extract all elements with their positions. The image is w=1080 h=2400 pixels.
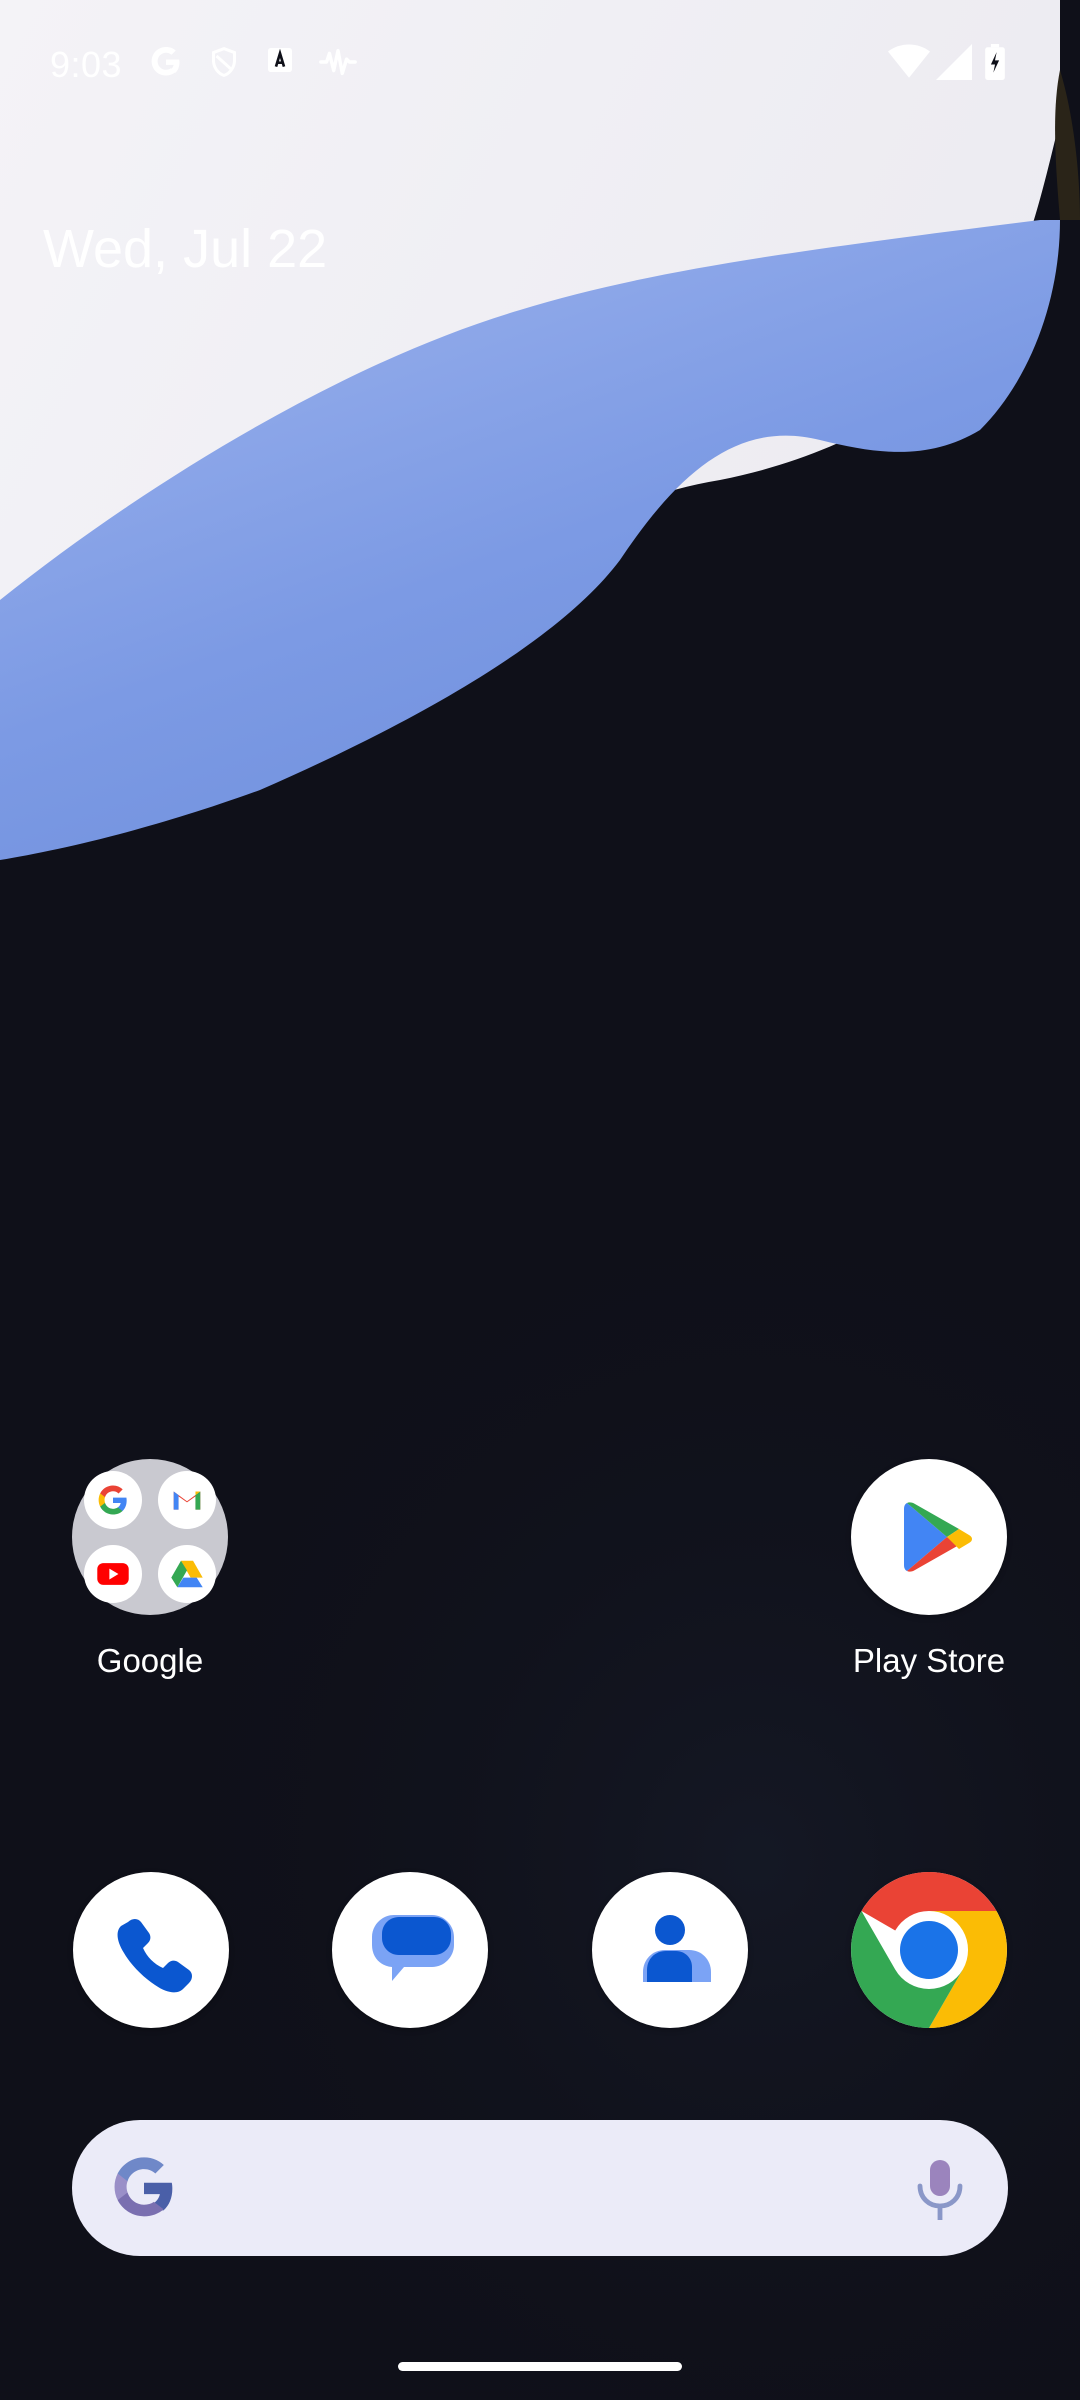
signal-icon [936,44,976,84]
status-bar: 9:03 [0,0,1080,130]
google-g-icon [110,2154,178,2227]
contacts-icon[interactable] [592,1872,748,2028]
mic-icon[interactable] [914,2156,966,2229]
search-bar[interactable] [72,2120,1008,2256]
google-icon [148,44,188,84]
text-a-icon [264,44,304,84]
messages-icon[interactable] [332,1872,488,2028]
youtube-icon [84,1545,142,1603]
google-g-icon [84,1471,142,1529]
phone-icon[interactable] [73,1872,229,2028]
play-store-label: Play Store [852,1642,1006,1679]
waveform-icon [318,44,358,84]
gmail-icon [158,1471,216,1529]
chrome-icon[interactable] [851,1872,1007,2028]
google-folder[interactable] [72,1459,228,1615]
battery-charging-icon [984,44,1024,84]
status-time: 9:03 [50,44,123,85]
shield-icon [206,44,246,84]
wallpaper [0,0,1080,2400]
drive-icon [158,1545,216,1603]
date-widget[interactable]: Wed, Jul 22 [43,218,327,280]
gesture-nav-handle[interactable] [398,2362,682,2371]
google-folder-label: Google [96,1642,204,1679]
play-store-icon[interactable] [851,1459,1007,1615]
wifi-icon [888,44,930,84]
